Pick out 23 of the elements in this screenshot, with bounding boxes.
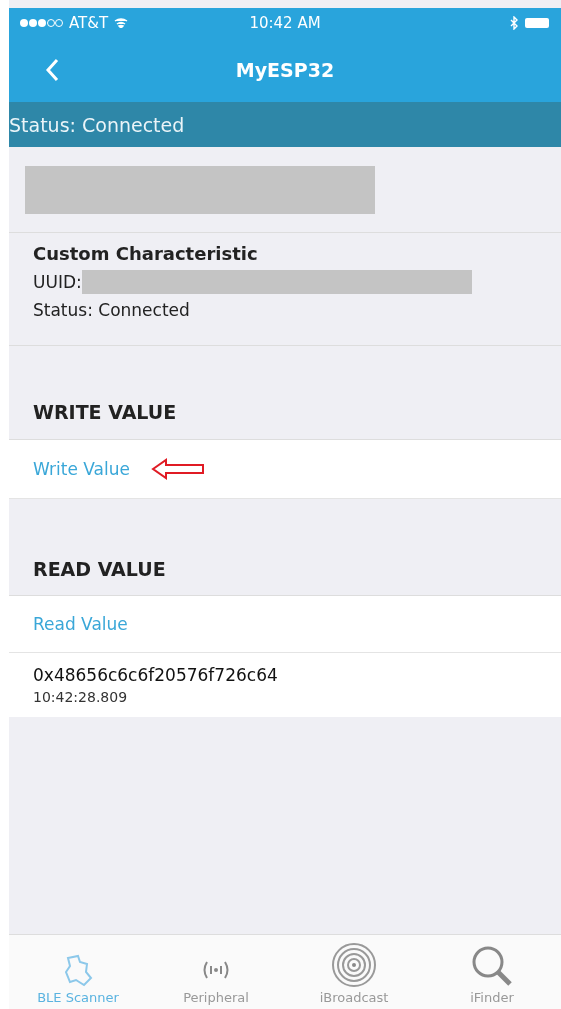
arrow-icon xyxy=(150,457,206,481)
battery-icon xyxy=(525,17,551,29)
concentric-circles-icon xyxy=(331,942,377,988)
search-icon xyxy=(470,944,514,988)
uuid-label: UUID: xyxy=(33,272,82,292)
characteristic-name: Custom Characteristic xyxy=(33,243,259,264)
write-value-link[interactable]: Write Value xyxy=(33,459,130,479)
carrier-name: AT&T xyxy=(69,14,109,32)
back-icon[interactable] xyxy=(45,58,59,82)
signal-icon xyxy=(19,18,63,28)
connection-status-bar: Status: Connected xyxy=(9,102,561,147)
read-value-link[interactable]: Read Value xyxy=(33,614,128,634)
characteristic-status: Status: Connected xyxy=(33,300,191,320)
clock-time: 10:42 AM xyxy=(249,14,321,32)
tab[interactable]: iFinder xyxy=(423,935,561,1009)
read-value: 0x48656c6c6f20576f726c64 xyxy=(33,665,279,685)
nav-title: MyESP32 xyxy=(235,59,335,81)
wifi-icon xyxy=(114,18,129,28)
tab[interactable]: iBroadcast xyxy=(285,935,423,1009)
tab[interactable]: BLE Scanner xyxy=(9,935,147,1009)
read-timestamp: 10:42:28.809 xyxy=(33,689,129,705)
tab[interactable]: Peripheral xyxy=(147,935,285,1009)
bluetooth-icon xyxy=(510,16,519,30)
